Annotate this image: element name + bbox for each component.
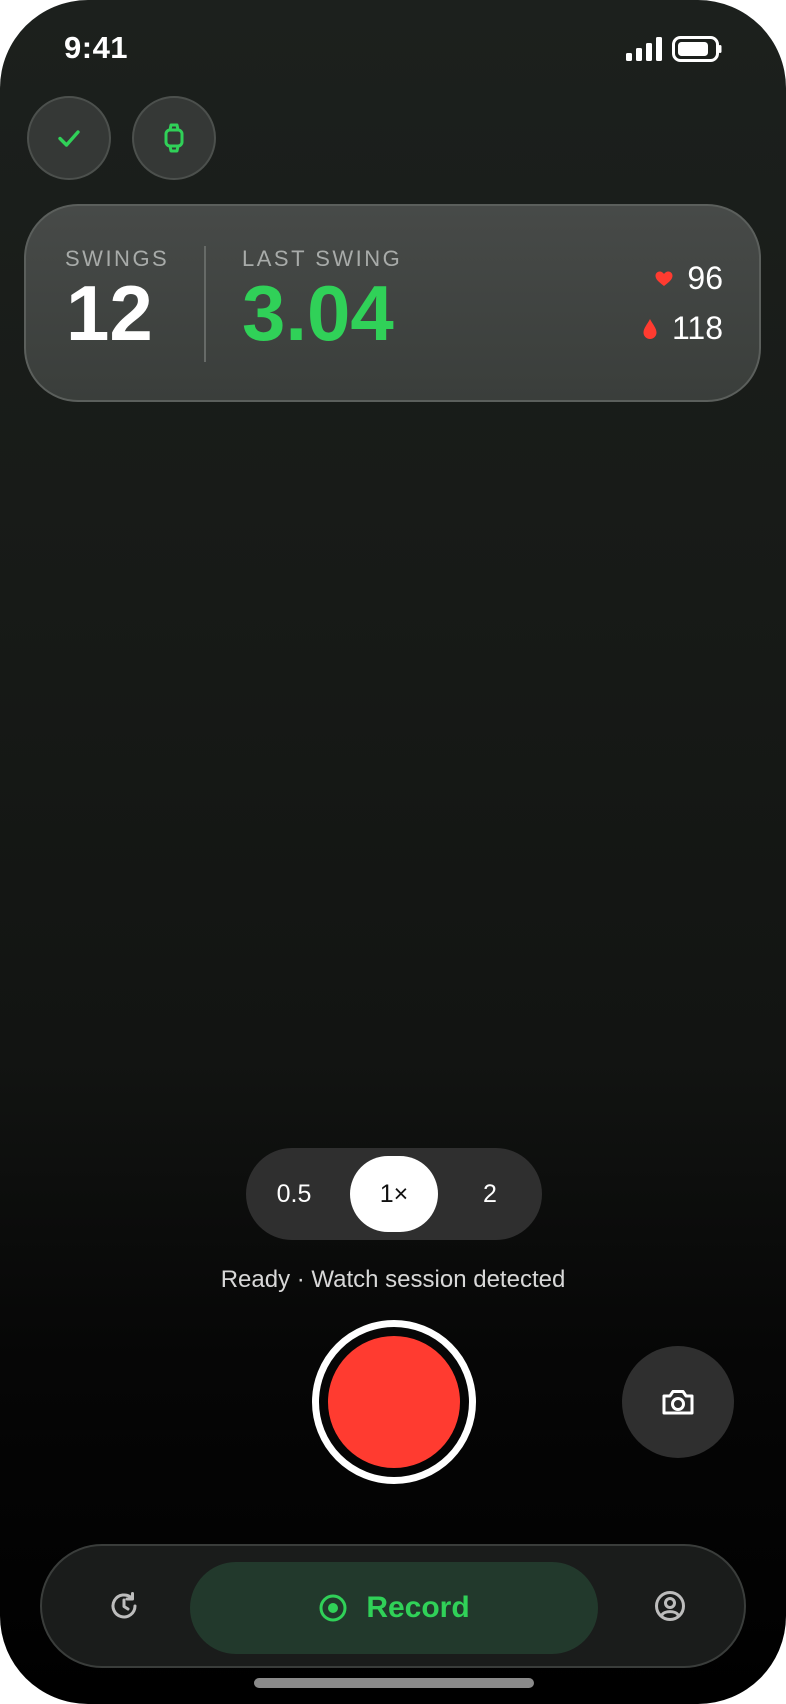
last-swing-value: 3.04 [242,269,394,357]
home-indicator[interactable] [254,1678,534,1688]
battery-icon [672,36,722,62]
stats-card: SWINGS 12 LAST SWING 3.04 96 118 [24,204,761,402]
signal-icon [626,37,662,61]
record-shutter-button[interactable] [312,1320,476,1484]
tab-history[interactable] [102,1584,146,1628]
zoom-option-2[interactable]: 2 [438,1156,542,1232]
status-message: Ready · Watch session detected [220,1266,566,1293]
camera-icon [662,1390,694,1415]
check-icon [58,130,80,147]
tab-bar: Record [40,1544,746,1668]
blood-value: 118 [671,310,723,346]
heart-icon [655,271,673,286]
session-status-button[interactable] [27,96,111,180]
phone-screen: 9:41 SWINGS 12 LAST SWING 3.04 96 118 0.… [0,0,786,1704]
zoom-option-0.5[interactable]: 0.5 [246,1156,342,1232]
zoom-option-1x[interactable]: 1× [350,1156,438,1232]
tab-record[interactable]: Record [190,1562,598,1654]
drop-icon [643,318,657,339]
record-dot-icon [319,1594,347,1622]
history-icon [111,1592,137,1619]
watch-connection-button[interactable] [132,96,216,180]
status-time: 9:41 [64,30,129,65]
heart-rate-value: 96 [687,260,723,296]
zoom-selector: 0.5 1× 2 [246,1148,542,1240]
watch-icon [164,123,184,153]
profile-icon [655,1591,685,1621]
tab-record-label: Record [366,1591,470,1624]
swings-count: 12 [66,269,153,357]
heart-rate: 96 [655,260,723,297]
blood-reading: 118 [642,310,723,347]
card-divider [204,246,206,362]
tab-profile[interactable] [648,1584,692,1628]
camera-switch-button[interactable] [622,1346,734,1458]
record-shutter-core [328,1336,460,1468]
